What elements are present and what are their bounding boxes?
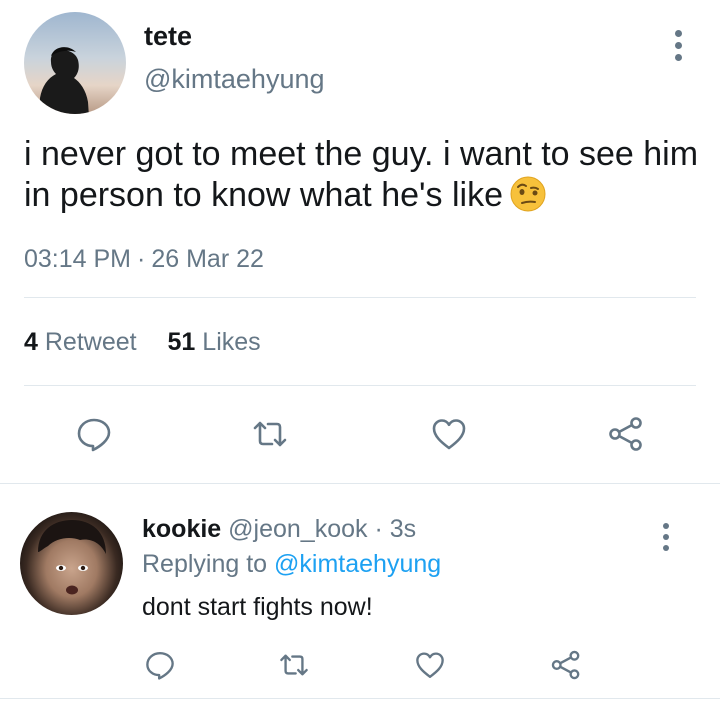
author-handle[interactable]: @kimtaehyung	[144, 64, 325, 95]
reply-more-options-icon[interactable]	[654, 517, 678, 557]
reply-actions	[0, 645, 720, 685]
reply-share-button[interactable]	[546, 645, 586, 685]
raised-eyebrow-emoji-icon	[510, 176, 546, 212]
retweet-icon	[280, 654, 308, 676]
retweet-count: 4	[24, 328, 38, 356]
reply-author-name[interactable]: kookie	[142, 515, 221, 543]
speech-bubble-icon	[77, 418, 111, 452]
share-icon	[609, 417, 642, 451]
share-icon	[551, 650, 580, 680]
retweet-icon	[253, 421, 287, 447]
reply-retweet-button[interactable]	[274, 645, 314, 685]
heart-icon	[416, 652, 444, 678]
likes-stat[interactable]: 51 Likes	[168, 328, 261, 356]
tweet-timestamp: 03:14 PM · 26 Mar 22	[24, 245, 264, 274]
retweet-label: Retweet	[44, 328, 137, 356]
tweet-date: 26 Mar 22	[151, 245, 264, 273]
divider	[24, 297, 696, 298]
section-divider	[0, 483, 720, 484]
replying-to-line: Replying to @kimtaehyung	[142, 550, 441, 579]
divider	[24, 385, 696, 386]
like-count: 51	[167, 328, 196, 356]
author-avatar[interactable]	[24, 12, 126, 114]
speech-bubble-icon	[146, 652, 174, 680]
reply-author-handle[interactable]: @jeon_kook	[228, 515, 367, 543]
tweet-stats: 4 Retweet 51 Likes	[24, 328, 285, 357]
share-button[interactable]	[606, 414, 646, 454]
reply-button[interactable]	[74, 414, 114, 454]
timestamp-separator: ·	[137, 245, 146, 273]
replying-to-label: Replying to	[142, 550, 268, 578]
reply-text: dont start fights now!	[142, 593, 373, 621]
reply-reply-button[interactable]	[140, 645, 180, 685]
reply-tweet: kookie @jeon_kook · 3s Replying to @kimt…	[0, 485, 720, 702]
person-silhouette-image	[39, 47, 89, 114]
reply-like-button[interactable]	[410, 645, 450, 685]
retweet-button[interactable]	[250, 414, 290, 454]
reply-author-avatar[interactable]	[20, 512, 123, 615]
more-options-icon[interactable]	[666, 25, 690, 65]
face-photo-image	[38, 520, 106, 595]
heart-icon	[432, 419, 466, 450]
tweet-time: 03:14 PM	[24, 245, 132, 273]
main-tweet: tete @kimtaehyung i never got to meet th…	[0, 0, 720, 484]
section-divider	[0, 698, 720, 699]
tweet-text: i never got to meet the guy. i want to s…	[24, 134, 704, 216]
tweet-actions	[0, 414, 720, 454]
like-button[interactable]	[429, 414, 469, 454]
reply-header: kookie @jeon_kook · 3s	[142, 515, 416, 544]
retweet-stat[interactable]: 4 Retweet	[24, 328, 137, 356]
author-name[interactable]: tete	[144, 21, 192, 52]
likes-label: Likes	[202, 328, 261, 356]
replying-to-mention[interactable]: @kimtaehyung	[274, 550, 441, 578]
reply-time: · 3s	[374, 515, 417, 543]
tweet-body: i never got to meet the guy. i want to s…	[24, 135, 699, 214]
